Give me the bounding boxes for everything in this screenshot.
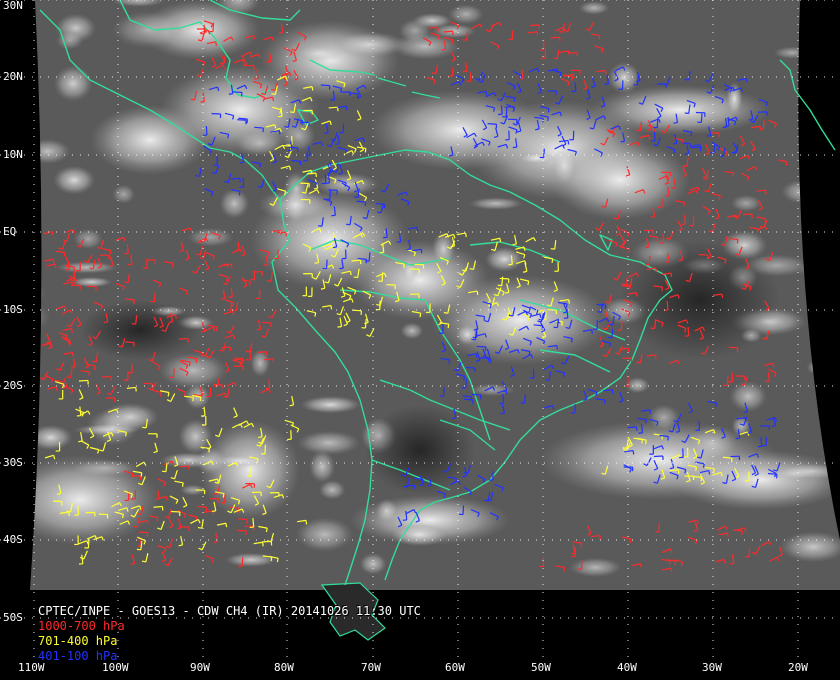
legend-high-level: 401-100 hPa — [38, 649, 118, 663]
caption-title: CPTEC/INPE - GOES13 - CDW CH4 (IR) 20141… — [38, 604, 421, 618]
cloud-wisp — [112, 184, 135, 204]
cloud-wisp — [401, 256, 418, 285]
cloud-wisp — [359, 552, 387, 575]
cloud-wisp — [819, 374, 840, 404]
lon-label-20w: 20W — [788, 661, 808, 674]
cloud-wisp — [314, 172, 380, 196]
cloud-wisp — [608, 62, 641, 94]
cloud-wisp — [318, 480, 346, 500]
lon-label-50w: 50W — [531, 661, 551, 674]
cloud-wisp — [569, 557, 622, 578]
map-caption: CPTEC/INPE - GOES13 - CDW CH4 (IR) 20141… — [38, 604, 421, 664]
cloud-wisp — [295, 517, 354, 552]
cloud-wisp — [70, 459, 140, 477]
cloud-wisp — [111, 10, 185, 49]
cloud-wisp — [258, 188, 333, 222]
cloud-wisp — [56, 31, 84, 50]
cloud-wisp — [647, 404, 681, 431]
cloud-wisp — [518, 152, 556, 165]
lat-label-10s: 10S — [3, 303, 23, 316]
cloud-wisp — [551, 146, 578, 185]
cloud-wisp — [781, 179, 824, 204]
cloud-wisp — [53, 165, 96, 195]
lat-label-20s: 20S — [3, 379, 23, 392]
map-canvas — [0, 0, 840, 662]
cloud-wisp — [281, 119, 316, 152]
cloud-wisp — [53, 65, 93, 102]
lat-label-30n: 30N — [3, 0, 23, 12]
cloud-wisp — [400, 322, 424, 340]
legend-low-level: 1000-700 hPa — [38, 619, 125, 633]
cloud-wisp — [300, 395, 361, 414]
cloud-wisp — [219, 188, 250, 219]
lon-label-40w: 40W — [617, 661, 637, 674]
lat-label-eq: EQ — [3, 225, 17, 238]
cloud-wisp — [30, 139, 71, 164]
lat-label-50s: 50S — [3, 611, 23, 624]
cloud-wisp — [448, 4, 484, 25]
cloud-wisp — [295, 45, 343, 62]
clear-sky-area — [620, 240, 780, 360]
cloud-wisp — [30, 201, 32, 224]
cloud-wisp — [485, 246, 524, 272]
lat-label-10n: 10N — [3, 148, 23, 161]
cloud-wisp — [729, 381, 767, 412]
lat-label-30s: 30S — [3, 456, 23, 469]
lon-label-60w: 60W — [445, 661, 465, 674]
cloud-wisp — [86, 408, 139, 446]
lon-label-30w: 30W — [702, 661, 722, 674]
legend-mid-level: 701-400 hPa — [38, 634, 118, 648]
cloud-wisp — [235, 130, 284, 157]
satellite-wind-map: 30N 20N 10N EQ 10S 20S 30S 40S 50S 110W … — [0, 0, 840, 680]
cloud-wisp — [225, 552, 277, 567]
cloud-wisp — [309, 450, 336, 483]
lat-label-40s: 40S — [3, 533, 23, 546]
cloud-wisp — [578, 1, 610, 15]
cloud-wisp — [773, 46, 811, 59]
cloud-wisp — [56, 261, 118, 274]
cloud-wisp — [30, 424, 73, 451]
cloud-wisp — [297, 430, 361, 455]
cloud-wisp — [375, 498, 398, 523]
cloud-wisp — [468, 197, 523, 210]
cloud-patch — [590, 85, 770, 135]
cloud-wisp — [160, 452, 218, 469]
cloud-patch — [430, 275, 610, 365]
cloud-wisp — [730, 194, 762, 212]
cloud-wisp — [332, 31, 408, 58]
clear-sky-area — [80, 300, 200, 360]
cloud-wisp — [806, 358, 838, 376]
lat-label-20n: 20N — [3, 70, 23, 83]
cloud-wisp — [187, 227, 234, 247]
cloud-wisp — [687, 425, 738, 461]
